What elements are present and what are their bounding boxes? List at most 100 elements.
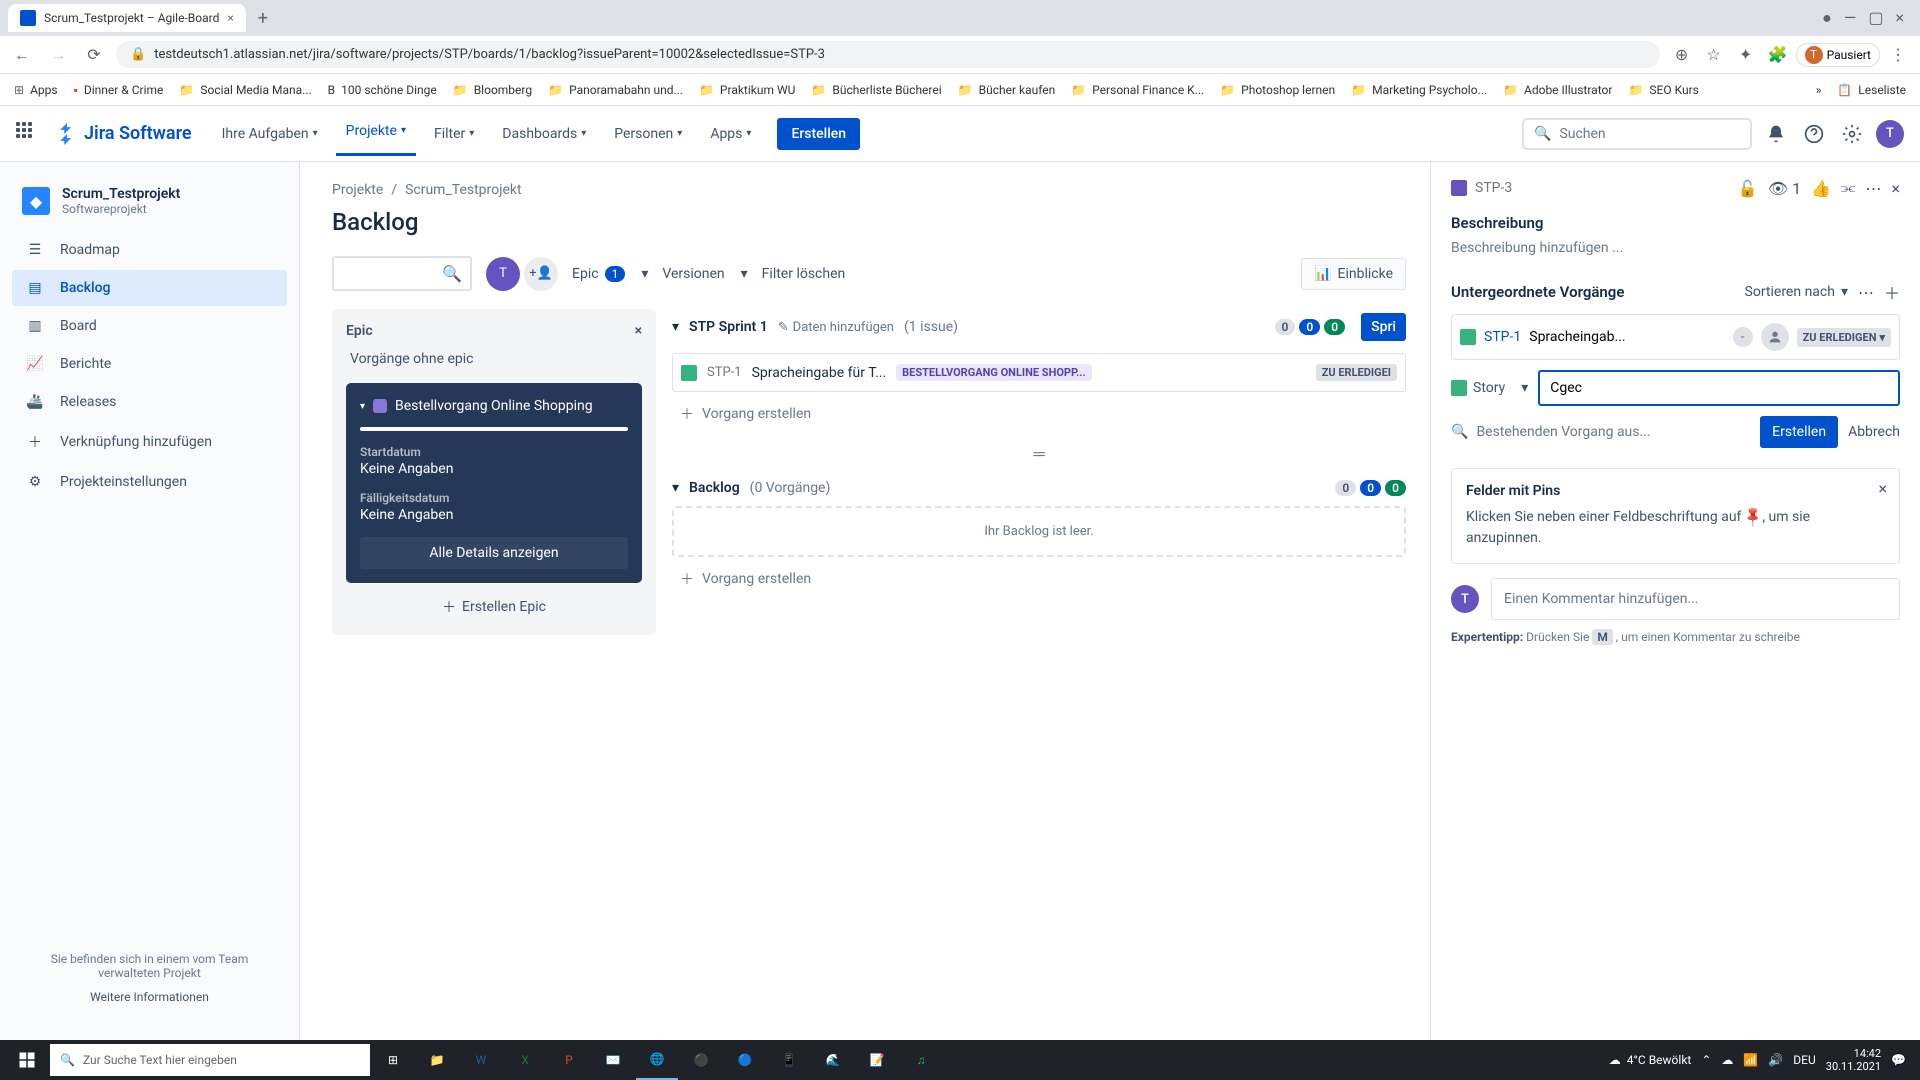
watch-button[interactable]: 👁1 <box>1768 179 1801 198</box>
epic-card[interactable]: ▾ Bestellvorgang Online Shopping Startda… <box>346 383 642 583</box>
app-icon[interactable]: 🔵 <box>724 1040 766 1080</box>
settings-icon[interactable] <box>1838 120 1866 148</box>
reload-icon[interactable]: ⟳ <box>80 41 108 69</box>
app-icon[interactable]: 📱 <box>768 1040 810 1080</box>
mail-icon[interactable]: ✉️ <box>592 1040 634 1080</box>
nav-dashboards[interactable]: Dashboards▾ <box>492 118 596 150</box>
more-info-link[interactable]: Weitere Informationen <box>20 990 279 1004</box>
project-header[interactable]: ◆ Scrum_Testprojekt Softwareprojekt <box>12 182 287 232</box>
sidebar-item-settings[interactable]: ⚙Projekteinstellungen <box>12 464 287 500</box>
bookmark-item[interactable]: B100 schöne Dinge <box>322 79 443 101</box>
epic-filter[interactable]: Epic 1 ▾ <box>572 266 648 282</box>
extension-icon[interactable]: ✦ <box>1732 41 1760 69</box>
notepad-icon[interactable]: 📝 <box>856 1040 898 1080</box>
global-search[interactable]: 🔍 Suchen <box>1522 118 1752 150</box>
word-icon[interactable]: W <box>460 1040 502 1080</box>
bookmark-item[interactable]: 📁Bücherliste Bücherei <box>805 79 947 101</box>
minimize-icon[interactable]: — <box>1844 8 1857 28</box>
chevron-down-icon[interactable]: ▾ <box>672 480 679 496</box>
wifi-icon[interactable]: 📶 <box>1743 1053 1758 1067</box>
description-placeholder[interactable]: Beschreibung hinzufügen ... <box>1451 240 1900 256</box>
issue-epic-label[interactable]: BESTELLVORGANG ONLINE SHOPP... <box>896 364 1092 381</box>
sidebar-item-releases[interactable]: 🚢Releases <box>12 384 287 420</box>
spotify-icon[interactable]: ♫ <box>900 1040 942 1080</box>
language-indicator[interactable]: DEU <box>1793 1053 1815 1067</box>
help-icon[interactable] <box>1800 120 1828 148</box>
add-subtask-icon[interactable]: ＋ <box>1884 280 1900 304</box>
nav-filters[interactable]: Filter▾ <box>424 118 484 150</box>
start-sprint-button[interactable]: Spri <box>1361 313 1406 341</box>
clear-filters[interactable]: Filter löschen <box>762 266 846 282</box>
bookmark-item[interactable]: 📁Bücher kaufen <box>952 79 1062 101</box>
like-icon[interactable]: 👍 <box>1811 179 1831 198</box>
add-assignee-button[interactable]: +👤 <box>524 257 558 291</box>
issues-without-epic[interactable]: Vorgänge ohne epic <box>346 339 642 379</box>
maximize-icon[interactable]: ▢ <box>1868 8 1883 28</box>
tray-chevron-icon[interactable]: ⌃ <box>1701 1053 1711 1067</box>
back-icon[interactable]: ← <box>8 41 36 69</box>
subtask-status[interactable]: ZU ERLEDIGEN▾ <box>1797 328 1891 347</box>
weather-widget[interactable]: ☁4°C Bewölkt <box>1609 1053 1692 1067</box>
issue-type-select[interactable]: Story ▾ <box>1451 374 1528 402</box>
bookmark-item[interactable]: 📁Social Media Mana... <box>173 79 317 101</box>
close-pins-icon[interactable]: × <box>1878 479 1887 498</box>
create-issue-sprint[interactable]: ＋Vorgang erstellen <box>672 392 1406 436</box>
start-button[interactable] <box>6 1040 48 1080</box>
avatar-filter[interactable]: T <box>486 257 520 291</box>
nav-projects[interactable]: Projekte▾ <box>336 115 416 156</box>
versions-filter[interactable]: Versionen ▾ <box>662 266 747 282</box>
close-window-icon[interactable]: × <box>1895 8 1904 28</box>
chrome-icon[interactable]: 🌐 <box>636 1040 678 1080</box>
breadcrumb-projects[interactable]: Projekte <box>332 182 383 198</box>
show-all-details-button[interactable]: Alle Details anzeigen <box>360 537 628 569</box>
profile-paused[interactable]: T Pausiert <box>1796 43 1880 67</box>
bookmark-item[interactable]: 📁Personal Finance K... <box>1065 79 1210 101</box>
jira-logo[interactable]: Jira Software <box>56 123 192 145</box>
link-existing-issue[interactable]: 🔍Bestehenden Vorgang aus... <box>1451 424 1651 440</box>
subtask-summary-input[interactable] <box>1538 370 1900 406</box>
subtask-row[interactable]: STP-1 Spracheingab... - ZU ERLEDIGEN▾ <box>1451 314 1900 360</box>
issue-row[interactable]: STP-1 Spracheingabe für T... BESTELLVORG… <box>672 353 1406 392</box>
issue-status[interactable]: ZU ERLEDIGEI <box>1316 364 1397 381</box>
chevron-down-icon[interactable]: ▾ <box>360 401 365 412</box>
subtask-cancel-button[interactable]: Abbrech <box>1848 424 1900 440</box>
onedrive-icon[interactable]: ☁ <box>1721 1053 1733 1067</box>
close-epic-panel-icon[interactable]: × <box>635 323 642 339</box>
bookmark-item[interactable]: ⊞Apps <box>8 79 64 101</box>
bookmark-item[interactable]: 📋Leseliste <box>1831 79 1912 101</box>
bookmark-item[interactable]: 📁Photoshop lernen <box>1214 79 1341 101</box>
resize-handle-icon[interactable]: ═ <box>672 436 1406 472</box>
comment-input[interactable]: Einen Kommentar hinzufügen... <box>1491 578 1900 620</box>
browser-tab[interactable]: Scrum_Testprojekt – Agile-Board × <box>8 4 246 32</box>
bookmark-item[interactable]: 📁Marketing Psycholo... <box>1345 79 1493 101</box>
bookmark-item[interactable]: ▪Dinner & Crime <box>68 79 170 101</box>
unlock-icon[interactable]: 🔓 <box>1738 179 1758 198</box>
obs-icon[interactable]: ⚫ <box>680 1040 722 1080</box>
subtask-create-button[interactable]: Erstellen <box>1760 416 1838 448</box>
task-view-icon[interactable]: ⊞ <box>372 1040 414 1080</box>
sort-dropdown[interactable]: Sortieren nach▾ <box>1745 284 1848 300</box>
chevron-down-icon[interactable]: ▾ <box>672 319 679 335</box>
sidebar-item-add-link[interactable]: ＋Verknüpfung hinzufügen <box>12 422 287 462</box>
more-icon[interactable]: ⋯ <box>1865 179 1881 198</box>
share-icon[interactable]: ⫘ <box>1841 178 1855 198</box>
menu-icon[interactable]: ⋮ <box>1884 41 1912 69</box>
insights-button[interactable]: 📊Einblicke <box>1301 258 1406 290</box>
notifications-icon[interactable]: 💬 <box>1891 1053 1906 1067</box>
app-switcher-icon[interactable] <box>16 122 40 146</box>
star-icon[interactable]: ☆ <box>1700 41 1728 69</box>
bookmark-item[interactable]: 📁SEO Kurs <box>1622 79 1704 101</box>
notifications-icon[interactable] <box>1762 120 1790 148</box>
puzzle-icon[interactable]: 🧩 <box>1764 41 1792 69</box>
more-icon[interactable]: ⋯ <box>1858 283 1874 302</box>
sidebar-item-backlog[interactable]: ▤Backlog <box>12 270 287 306</box>
powerpoint-icon[interactable]: P <box>548 1040 590 1080</box>
profile-avatar[interactable]: T <box>1876 120 1904 148</box>
excel-icon[interactable]: X <box>504 1040 546 1080</box>
bookmark-item[interactable]: 📁Bloomberg <box>447 79 538 101</box>
close-panel-icon[interactable]: × <box>1891 179 1900 198</box>
account-dot-icon[interactable]: ● <box>1822 8 1832 28</box>
unassigned-avatar[interactable] <box>1761 323 1789 351</box>
edge-icon[interactable]: 🌊 <box>812 1040 854 1080</box>
sidebar-item-board[interactable]: ▥Board <box>12 308 287 344</box>
